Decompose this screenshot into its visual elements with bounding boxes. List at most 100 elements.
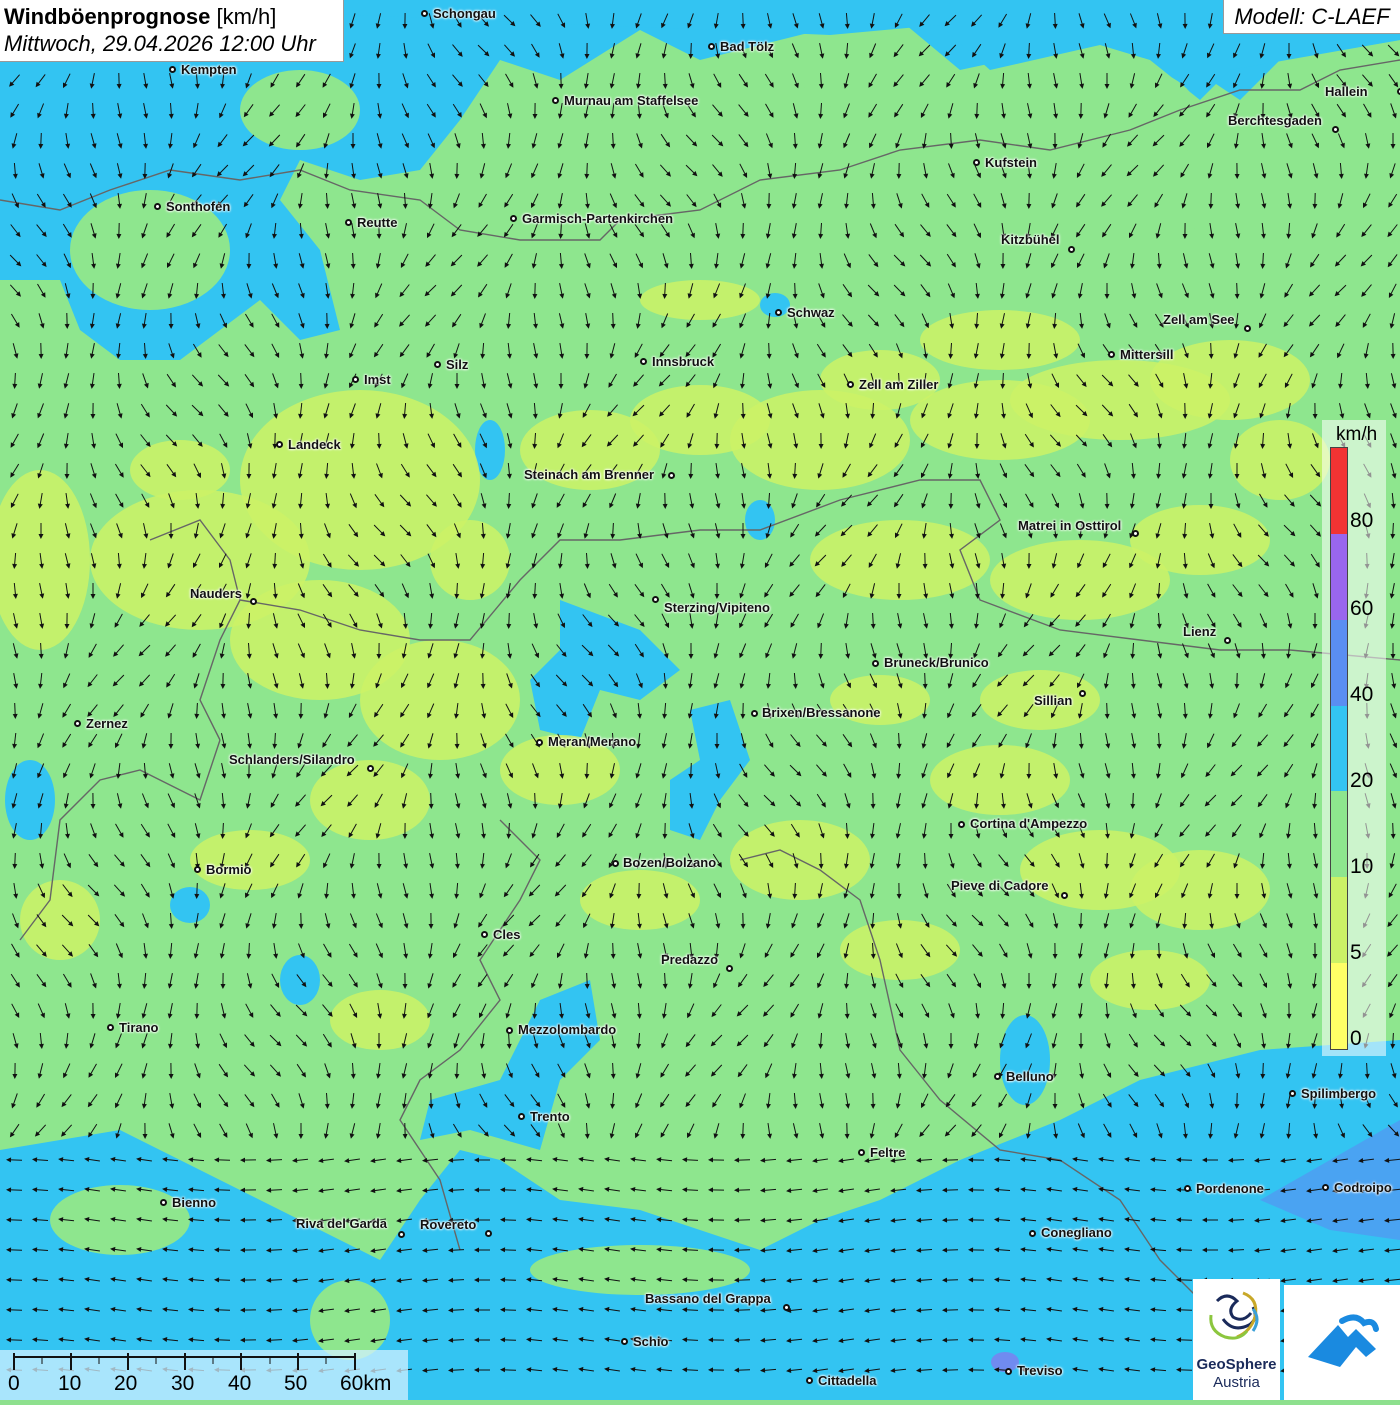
zone-calm-25	[1090, 950, 1210, 1010]
city-marker	[1029, 1230, 1036, 1237]
legend-label: 40	[1350, 684, 1373, 706]
city-marker	[621, 1338, 628, 1345]
city-label: Berchtesgaden	[1228, 113, 1322, 128]
city-label: Steinach am Brenner	[524, 467, 654, 482]
scale-label: 40	[228, 1372, 251, 1396]
city-marker	[751, 710, 758, 717]
city-label: Bad Tölz	[720, 39, 774, 54]
zone-calm-24	[840, 920, 960, 980]
city-marker	[1005, 1368, 1012, 1375]
city-label: Kempten	[181, 62, 237, 77]
zone-green-wetterstein	[600, 70, 840, 190]
city-marker	[518, 1113, 525, 1120]
city-marker	[1184, 1185, 1191, 1192]
zone-val-di-sole	[280, 955, 320, 1005]
city-marker	[872, 660, 879, 667]
city-marker	[1068, 246, 1075, 253]
city-label: Matrei in Osttirol	[1018, 518, 1121, 533]
legend-color-20	[1331, 706, 1347, 792]
legend-label: 60	[1350, 598, 1373, 620]
city-label: Imst	[364, 372, 391, 387]
city-label: Kitzbühel	[1001, 232, 1060, 247]
city-label: Schio	[633, 1334, 668, 1349]
city-marker	[1322, 1184, 1329, 1191]
city-marker	[1061, 892, 1068, 899]
scale-label: 50	[284, 1372, 307, 1396]
city-label: Zernez	[86, 716, 128, 731]
legend-color-0	[1331, 963, 1347, 1049]
city-label: Sterzing/Vipiteno	[664, 600, 770, 615]
city-label: Cles	[493, 927, 520, 942]
city-label: Schwaz	[787, 305, 835, 320]
city-marker	[958, 821, 965, 828]
zone-calm-28	[640, 280, 760, 320]
city-marker	[783, 1304, 790, 1311]
city-marker	[847, 381, 854, 388]
city-label: Innsbruck	[652, 354, 714, 369]
legend-label: 20	[1350, 770, 1373, 792]
zone-calm-30	[430, 520, 510, 600]
city-label: Hallein	[1325, 84, 1368, 99]
city-label: Brixen/Bressanone	[762, 705, 881, 720]
city-marker	[352, 376, 359, 383]
zone-calm-23	[580, 870, 700, 930]
city-label: Treviso	[1017, 1363, 1063, 1378]
city-label: Riva del Garda	[296, 1216, 387, 1231]
title-box: Windböenprognose [km/h] Mittwoch, 29.04.…	[0, 0, 344, 62]
city-marker	[552, 97, 559, 104]
zone-bormio	[170, 887, 210, 923]
city-label: Zell am See	[1163, 312, 1235, 327]
city-marker	[1132, 530, 1139, 537]
city-marker	[612, 860, 619, 867]
city-marker	[1079, 690, 1086, 697]
zone-calm-22	[190, 830, 310, 890]
city-marker	[1108, 351, 1115, 358]
city-label: Kufstein	[985, 155, 1037, 170]
city-marker	[510, 215, 517, 222]
city-label: Mezzolombardo	[518, 1022, 616, 1037]
city-label: Feltre	[870, 1145, 905, 1160]
city-marker	[726, 965, 733, 972]
city-marker	[506, 1027, 513, 1034]
city-marker	[485, 1230, 492, 1237]
legend-label: 0	[1350, 1028, 1362, 1050]
legend-color-40	[1331, 620, 1347, 706]
city-label: Bormio	[206, 862, 252, 877]
scale-label: 0	[8, 1372, 20, 1396]
legend-colorbar	[1330, 447, 1348, 1050]
city-marker	[775, 309, 782, 316]
city-label: Spilimbergo	[1301, 1086, 1376, 1101]
city-marker	[858, 1149, 865, 1156]
city-marker	[668, 472, 675, 479]
city-marker	[74, 720, 81, 727]
zone-engadin	[5, 760, 55, 840]
zone-calm-27	[330, 990, 430, 1050]
legend-color-80	[1331, 448, 1347, 534]
zone-oetztal	[475, 420, 505, 480]
city-marker	[250, 598, 257, 605]
city-label: Lienz	[1183, 624, 1216, 639]
zone-green-garda-hills	[310, 1280, 390, 1360]
city-marker	[1332, 126, 1339, 133]
scale-label: 20	[114, 1372, 137, 1396]
scale-label: 60km	[340, 1372, 391, 1396]
city-label: Trento	[530, 1109, 570, 1124]
city-label: Cittadella	[818, 1373, 877, 1388]
city-label: Cortina d'Ampezzo	[970, 816, 1087, 831]
geosphere-logo: GeoSphere Austria	[1193, 1279, 1280, 1400]
city-marker	[994, 1073, 1001, 1080]
city-label: Bienno	[172, 1195, 216, 1210]
zone-green-salzburg	[1190, 100, 1400, 300]
zone-calm-15	[1130, 505, 1270, 575]
city-label: Conegliano	[1041, 1225, 1112, 1240]
city-marker	[973, 159, 980, 166]
city-label: Garmisch-Partenkirchen	[522, 211, 673, 226]
city-marker	[160, 1199, 167, 1206]
zone-calm-11	[1150, 340, 1310, 420]
city-marker	[536, 739, 543, 746]
model-label: Modell: C-LAEF	[1223, 0, 1400, 34]
city-label: Silz	[446, 357, 468, 372]
city-label: Sonthofen	[166, 199, 230, 214]
city-label: Codroipo	[1334, 1180, 1392, 1195]
zone-calm-4	[360, 640, 520, 760]
